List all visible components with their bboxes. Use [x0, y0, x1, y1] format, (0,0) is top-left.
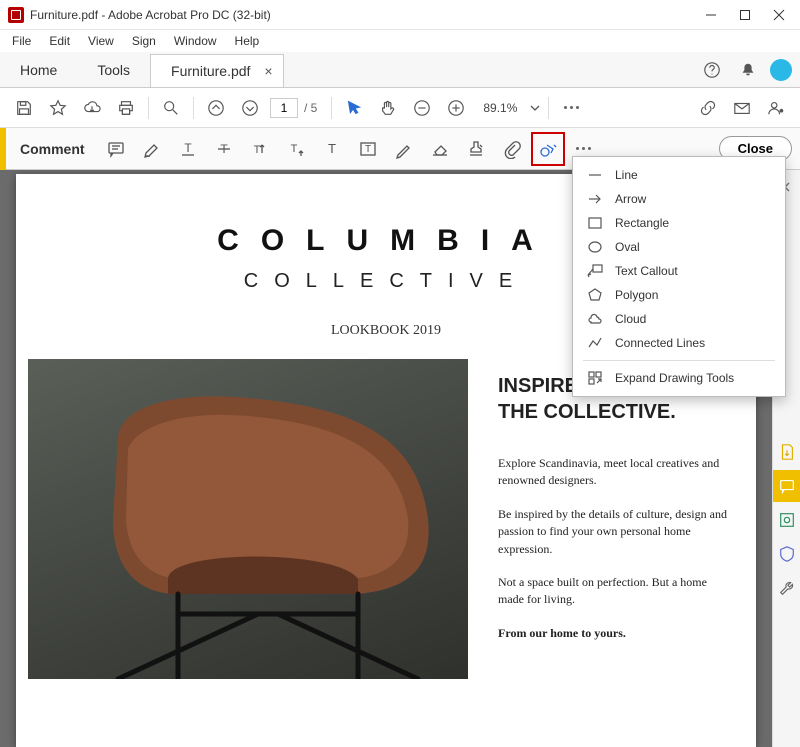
dd-line[interactable]: Line [573, 163, 785, 187]
stamp-tool[interactable] [459, 132, 493, 166]
eraser-tool[interactable] [423, 132, 457, 166]
doc-p1: Explore Scandinavia, meet local creative… [498, 455, 730, 490]
help-button[interactable] [698, 56, 726, 84]
svg-text:T: T [328, 141, 336, 156]
drawing-tools-button[interactable] [531, 132, 565, 166]
page-down-button[interactable] [236, 94, 264, 122]
window-title: Furniture.pdf - Adobe Acrobat Pro DC (32… [30, 8, 271, 22]
text-box-tool[interactable]: T [351, 132, 385, 166]
window-close-button[interactable] [762, 1, 796, 29]
doc-copy: INSPIRED BYTHE COLLECTIVE. Explore Scand… [498, 359, 744, 679]
window-maximize-button[interactable] [728, 1, 762, 29]
zoom-out-button[interactable] [408, 94, 436, 122]
window-minimize-button[interactable] [694, 1, 728, 29]
tab-home[interactable]: Home [0, 52, 77, 87]
doc-p3: Not a space built on perfection. But a h… [498, 574, 730, 609]
rail-comment-active[interactable] [773, 470, 800, 502]
replace-text-tool[interactable]: T [243, 132, 277, 166]
find-button[interactable] [157, 94, 185, 122]
menu-edit[interactable]: Edit [41, 32, 78, 50]
tab-document[interactable]: Furniture.pdf × [150, 54, 284, 87]
selection-tool[interactable] [340, 94, 368, 122]
share-link-button[interactable] [694, 94, 722, 122]
star-button[interactable] [44, 94, 72, 122]
menu-window[interactable]: Window [166, 32, 225, 50]
dd-connected-lines[interactable]: Connected Lines [573, 331, 785, 355]
more-tools-button[interactable] [557, 94, 585, 122]
dd-text-callout[interactable]: Text Callout [573, 259, 785, 283]
doc-p4: From our home to yours. [498, 625, 730, 642]
zoom-dropdown-icon[interactable] [530, 103, 540, 113]
tabs-row: Home Tools Furniture.pdf × [0, 52, 800, 88]
strikethrough-tool[interactable]: T [207, 132, 241, 166]
dd-arrow[interactable]: Arrow [573, 187, 785, 211]
save-button[interactable] [10, 94, 38, 122]
rail-more-tools[interactable] [773, 572, 800, 604]
zoom-level[interactable]: 89.1% [476, 98, 524, 118]
main-toolbar: / 5 89.1% [0, 88, 800, 128]
notifications-button[interactable] [734, 56, 762, 84]
page-number-input[interactable] [270, 98, 298, 118]
tab-close-icon[interactable]: × [264, 63, 272, 79]
menu-help[interactable]: Help [227, 32, 268, 50]
svg-text:T: T [290, 143, 297, 155]
tab-tools[interactable]: Tools [77, 52, 150, 87]
rail-export-pdf[interactable] [773, 436, 800, 468]
account-avatar[interactable] [770, 59, 792, 81]
insert-text-tool[interactable]: T [279, 132, 313, 166]
add-text-tool[interactable]: T [315, 132, 349, 166]
attachment-tool[interactable] [495, 132, 529, 166]
page-total-label: / 5 [304, 101, 317, 115]
svg-text:T: T [365, 144, 371, 155]
doc-p2: Be inspired by the details of culture, d… [498, 506, 730, 558]
rail-organize[interactable] [773, 504, 800, 536]
dd-expand[interactable]: Expand Drawing Tools [573, 366, 785, 390]
share-people-button[interactable] [762, 94, 790, 122]
page-up-button[interactable] [202, 94, 230, 122]
rail-protect[interactable] [773, 538, 800, 570]
menubar: File Edit View Sign Window Help [0, 30, 800, 52]
underline-tool[interactable]: T [171, 132, 205, 166]
dd-oval[interactable]: Oval [573, 235, 785, 259]
dd-rectangle[interactable]: Rectangle [573, 211, 785, 235]
tab-document-label: Furniture.pdf [171, 63, 250, 79]
doc-hero-image [28, 359, 468, 679]
menu-sign[interactable]: Sign [124, 32, 164, 50]
hand-tool[interactable] [374, 94, 402, 122]
highlight-tool[interactable] [135, 132, 169, 166]
svg-text:T: T [184, 141, 192, 155]
email-button[interactable] [728, 94, 756, 122]
cloud-button[interactable] [78, 94, 106, 122]
drawing-tools-dropdown: Line Arrow Rectangle Oval Text Callout P… [572, 156, 786, 397]
menu-view[interactable]: View [80, 32, 122, 50]
comment-active-indicator [0, 128, 6, 170]
svg-text:T: T [253, 144, 260, 156]
dd-cloud[interactable]: Cloud [573, 307, 785, 331]
comment-label: Comment [8, 141, 97, 157]
pencil-tool[interactable] [387, 132, 421, 166]
sticky-note-tool[interactable] [99, 132, 133, 166]
acrobat-app-icon [8, 7, 24, 23]
titlebar: Furniture.pdf - Adobe Acrobat Pro DC (32… [0, 0, 800, 30]
dd-polygon[interactable]: Polygon [573, 283, 785, 307]
menu-file[interactable]: File [4, 32, 39, 50]
print-button[interactable] [112, 94, 140, 122]
zoom-in-button[interactable] [442, 94, 470, 122]
